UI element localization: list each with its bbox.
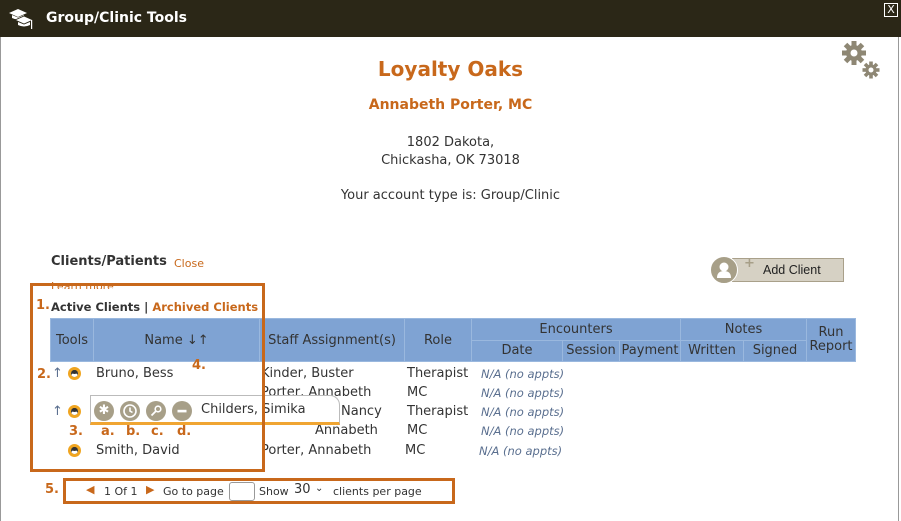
staff-role: MC <box>407 385 428 400</box>
staff-role: Therapist <box>407 366 469 381</box>
per-page-select[interactable]: 30 <box>294 482 311 497</box>
staff-assignment: Kinder, Buster <box>261 366 354 381</box>
window-title: Group/Clinic Tools <box>46 10 187 26</box>
header-date: Date <box>471 339 563 362</box>
next-page-icon[interactable]: ▶ <box>146 483 154 496</box>
header-staff: Staff Assignment(s) <box>259 318 405 362</box>
annotation-1: 1. <box>36 298 50 313</box>
plus-icon: + <box>744 256 755 271</box>
annotation-4: 4. <box>192 358 206 373</box>
staff-role: MC <box>405 443 426 458</box>
annotation-5: 5. <box>45 482 59 497</box>
practice-owner: Annabeth Porter, MC <box>368 97 533 113</box>
encounter-date: N/A (no appts) <box>481 386 565 400</box>
add-client-button[interactable]: Add Client + <box>710 256 846 284</box>
encounter-date: N/A (no appts) <box>481 424 565 438</box>
annotation-a: a. <box>101 424 115 439</box>
practice-name: Loyalty Oaks <box>377 57 524 81</box>
encounter-date: N/A (no appts) <box>481 367 565 381</box>
staff-assignment: Porter, Annabeth <box>261 443 372 458</box>
header-session: Session <box>562 339 620 362</box>
header-role: Role <box>404 318 472 362</box>
page-info: 1 Of 1 <box>104 485 138 498</box>
staff-assignment: Nancy <box>341 404 382 419</box>
annotation-c: c. <box>151 424 164 439</box>
graduation-cap-icon <box>9 9 34 29</box>
goto-page-input[interactable] <box>229 482 255 501</box>
header-signed: Signed <box>743 339 807 362</box>
account-type: Your account type is: Group/Clinic <box>340 188 561 203</box>
show-label: Show <box>259 485 289 498</box>
title-bar: Group/Clinic Tools X <box>0 0 901 37</box>
address-line-2: Chickasha, OK 73018 <box>381 153 520 168</box>
staff-assignment: Annabeth <box>315 423 378 438</box>
header-notes: Notes <box>680 318 807 341</box>
staff-role: MC <box>407 423 428 438</box>
encounter-date: N/A (no appts) <box>479 444 563 458</box>
header-payment: Payment <box>619 339 681 362</box>
annotation-3: 3. <box>69 424 83 439</box>
prev-page-icon[interactable]: ◀ <box>86 483 94 496</box>
encounter-date: N/A (no appts) <box>481 405 565 419</box>
header-run: Run <box>818 325 844 340</box>
goto-label: Go to page <box>163 485 224 498</box>
address-line-1: 1802 Dakota, <box>406 135 495 150</box>
close-button[interactable]: X <box>884 3 898 17</box>
annotation-b: b. <box>126 424 141 439</box>
clients-close-link[interactable]: Close <box>174 257 204 270</box>
annotation-d: d. <box>177 424 192 439</box>
header-encounters: Encounters <box>471 318 681 341</box>
user-avatar-icon <box>710 256 738 284</box>
annotation-box-clients <box>30 283 265 472</box>
header-written: Written <box>680 339 744 362</box>
chevron-down-icon[interactable]: ⌄ <box>315 483 323 494</box>
header-report: Report <box>809 339 853 354</box>
per-page-suffix: clients per page <box>333 485 422 498</box>
annotation-2: 2. <box>37 367 51 382</box>
header-run-report: Run Report <box>806 318 856 362</box>
staff-role: Therapist <box>407 404 469 419</box>
practice-address: 1802 Dakota, Chickasha, OK 73018 <box>0 134 901 170</box>
clients-section-title: Clients/Patients <box>51 254 167 269</box>
